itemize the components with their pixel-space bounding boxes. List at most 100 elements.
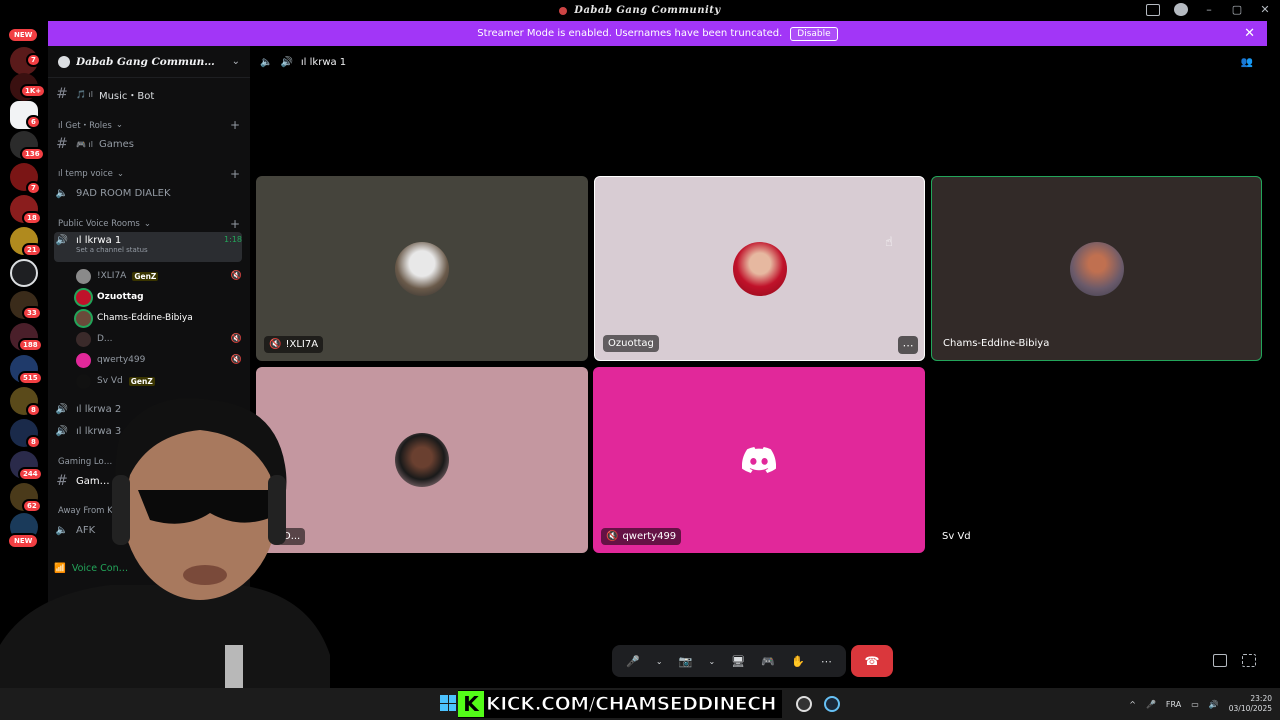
- avatar: [395, 433, 449, 487]
- voice-member[interactable]: Chams-Eddine-Bibiya: [76, 309, 242, 327]
- time: 23:20: [1250, 694, 1272, 703]
- member-name: D...: [97, 334, 113, 344]
- hash-icon: #: [56, 136, 68, 152]
- muted-icon: 🔇: [269, 339, 282, 350]
- member-name: Sv Vd: [97, 376, 123, 386]
- guild-name: Dabab Gang Commun…: [76, 55, 215, 68]
- muted-icon: 🔇: [230, 271, 242, 281]
- more-icon[interactable]: ⋯: [821, 655, 832, 668]
- close-window-button[interactable]: ✕: [1258, 3, 1272, 16]
- add-channel-icon[interactable]: +: [230, 217, 240, 231]
- chevron-up-icon[interactable]: ^: [1129, 700, 1136, 709]
- add-channel-icon[interactable]: +: [230, 118, 240, 132]
- more-options-icon[interactable]: ⋯: [898, 336, 918, 354]
- category-public-voice[interactable]: Public Voice Rooms ⌄ +: [58, 217, 240, 231]
- clan-tag: GenZ: [128, 376, 155, 386]
- close-banner-icon[interactable]: ✕: [1244, 26, 1255, 41]
- kick-logo-icon: K: [458, 691, 484, 717]
- channel-label: 9AD ROOM DIALEK: [76, 187, 171, 199]
- clan-tag: GenZ: [132, 271, 159, 281]
- screen-share-icon[interactable]: 🖥: [731, 655, 745, 668]
- guild-header[interactable]: Dabab Gang Commun… ⌄: [48, 46, 250, 78]
- participant-label: Sv Vd: [937, 528, 976, 545]
- chevron-down-icon[interactable]: ⌄: [656, 657, 663, 666]
- server-badge: 7: [26, 181, 41, 195]
- server-badge: 21: [22, 243, 42, 257]
- window-title: Dabab Gang Community: [574, 5, 721, 16]
- help-icon[interactable]: ?: [1174, 3, 1188, 16]
- voice-member[interactable]: Ozuottag: [76, 288, 242, 306]
- camera-off-icon[interactable]: 📷: [679, 655, 693, 668]
- activities-icon[interactable]: 🎮: [761, 655, 775, 668]
- chevron-down-icon: ⌄: [116, 169, 124, 179]
- speaker-icon: 🔊: [55, 235, 69, 246]
- avatar: [395, 241, 449, 296]
- webcam-overlay: [0, 395, 330, 720]
- channel-prefix: 🎵 ıl: [76, 89, 93, 99]
- hash-icon: #: [56, 86, 68, 102]
- kick-url: KICK.COM/CHAMSEDDINECH: [485, 693, 777, 716]
- streamer-mode-banner: Streamer Mode is enabled. Usernames have…: [48, 21, 1267, 46]
- channel-status[interactable]: Set a channel status: [76, 246, 148, 254]
- soundboard-icon[interactable]: ✋: [791, 655, 805, 668]
- chevron-down-icon: ⌄: [231, 56, 240, 67]
- speaker-icon[interactable]: 🔈: [260, 57, 272, 68]
- minimize-button[interactable]: –: [1202, 3, 1216, 16]
- channel-lkrwa-1[interactable]: 🔊 ıl lkrwa 1 Set a channel status 1:18: [54, 232, 242, 262]
- avatar: [76, 289, 91, 305]
- discord-logo-icon: [732, 433, 786, 487]
- chevron-down-icon: ⌄: [115, 120, 123, 130]
- disable-streamer-mode-button[interactable]: Disable: [790, 26, 838, 41]
- participant-tile[interactable]: 🔇 qwerty499: [593, 367, 925, 553]
- participant-name: qwerty499: [622, 531, 677, 542]
- voice-member[interactable]: qwerty499 🔇: [76, 351, 242, 369]
- category-temp-voice[interactable]: ıl temp voice ⌄ +: [58, 167, 240, 181]
- speaker-icon: 🔊: [280, 56, 293, 68]
- obs-icon[interactable]: [796, 696, 812, 712]
- voice-member[interactable]: D... 🔇: [76, 330, 242, 348]
- add-channel-icon[interactable]: +: [230, 167, 240, 181]
- channel-games[interactable]: # 🎮 ıl Games: [54, 134, 242, 154]
- participant-label: Chams-Eddine-Bibiya: [938, 335, 1054, 352]
- microphone-tray-icon[interactable]: 🎤: [1146, 700, 1156, 709]
- server-badge: 136: [20, 147, 45, 161]
- language-indicator[interactable]: FRA: [1166, 700, 1181, 709]
- maximize-button[interactable]: ▢: [1230, 3, 1244, 16]
- activity-icon[interactable]: 👥: [1241, 57, 1253, 68]
- server-icon[interactable]: [10, 259, 38, 287]
- fullscreen-icon[interactable]: [1242, 654, 1256, 667]
- participant-name: Ozuottag: [608, 338, 654, 349]
- windows-start-icon[interactable]: [440, 695, 456, 711]
- avatar: [76, 268, 91, 284]
- leave-call-button[interactable]: ☎: [851, 645, 893, 677]
- microphone-icon[interactable]: 🎤: [626, 655, 640, 668]
- inbox-icon[interactable]: [1146, 3, 1160, 16]
- participant-tile[interactable]: 🔇 !XLI7A: [256, 176, 588, 361]
- category-get-roles[interactable]: ıl Get・Roles ⌄ +: [58, 118, 240, 132]
- server-badge: 6: [26, 115, 41, 129]
- channel-timer: 1:18: [224, 235, 242, 244]
- server-badge: 18: [22, 211, 42, 225]
- participant-label: 🔇 !XLI7A: [264, 336, 324, 353]
- channel-music-bot[interactable]: # 🎵 ıl Music・Bot: [54, 84, 242, 104]
- participant-tile[interactable]: Ozuottag ⋯ ☝: [594, 176, 925, 361]
- phone-hangup-icon: ☎: [864, 654, 880, 668]
- server-badge: 7: [26, 53, 41, 67]
- voice-member[interactable]: !XLI7A GenZ 🔇: [76, 267, 242, 285]
- channel-label: Games: [98, 138, 134, 150]
- server-badge: 33: [22, 306, 42, 320]
- voice-member[interactable]: Sv Vd GenZ: [76, 372, 242, 390]
- steam-icon[interactable]: [824, 696, 840, 712]
- new-badge: NEW: [7, 27, 40, 43]
- cursor-icon: ☝: [885, 235, 893, 250]
- call-controls: 🎤 ⌄ 📷 ⌄ 🖥 🎮 ✋ ⋯: [612, 645, 846, 677]
- network-icon[interactable]: ▭: [1191, 700, 1199, 709]
- channel-9ad-room[interactable]: 🔈 9AD ROOM DIALEK: [54, 183, 242, 203]
- popout-icon[interactable]: [1213, 654, 1227, 667]
- chevron-down-icon[interactable]: ⌄: [708, 657, 715, 666]
- participant-tile[interactable]: Sv Vd: [931, 367, 1262, 553]
- clock[interactable]: 23:20 03/10/2025: [1229, 694, 1272, 714]
- participant-tile-speaking[interactable]: Chams-Eddine-Bibiya: [931, 176, 1262, 361]
- volume-icon[interactable]: 🔊: [1209, 700, 1219, 709]
- participant-label: Ozuottag: [603, 335, 659, 352]
